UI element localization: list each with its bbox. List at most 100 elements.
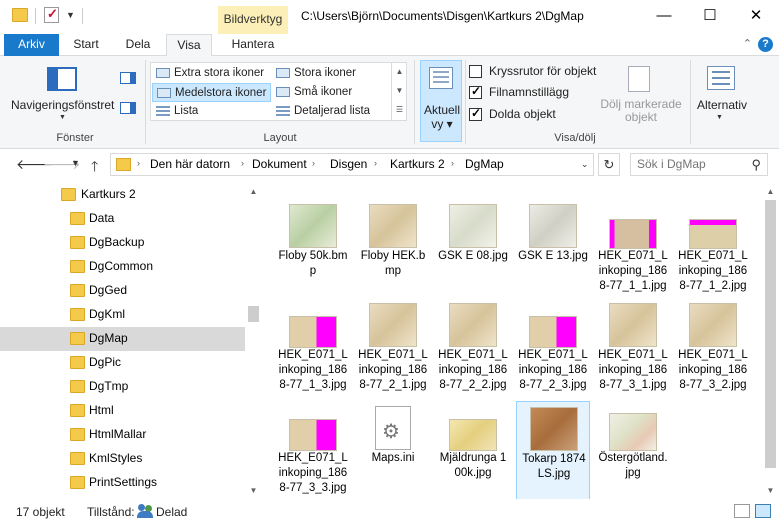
navigation-pane-icon[interactable] — [47, 67, 77, 91]
file-item[interactable]: HEK_E071_Linkoping_1868-77_3_3.jpg — [276, 401, 350, 499]
breadcrumb-separator-icon[interactable]: › — [241, 158, 244, 168]
file-name: HEK_E071_Linkoping_1868-77_1_2.jpg — [678, 250, 748, 292]
current-view-button[interactable]: Aktuell vy ▾ — [420, 60, 462, 142]
content-scrollbar[interactable]: ▲ ▼ — [762, 183, 779, 499]
file-item[interactable]: GSK E 13.jpg — [516, 199, 590, 299]
tree-item-dgmap[interactable]: DgMap — [0, 327, 245, 351]
file-item[interactable]: Floby 50k.bmp — [276, 199, 350, 299]
tree-item-label: DgPic — [89, 355, 122, 369]
scroll-thumb[interactable] — [248, 306, 259, 322]
file-item[interactable]: HEK_E071_Linkoping_1868-77_2_2.jpg — [436, 298, 510, 398]
options-icon[interactable] — [707, 66, 735, 90]
scroll-up-icon[interactable]: ▲ — [762, 185, 779, 199]
breadcrumb-separator-icon[interactable]: › — [374, 158, 377, 168]
up-button[interactable]: 🡑 — [91, 156, 98, 180]
scroll-down-icon[interactable]: ▼ — [245, 484, 262, 498]
breadcrumb-separator-icon[interactable]: › — [312, 158, 315, 168]
scroll-up-icon[interactable]: ▲ — [392, 62, 407, 81]
scroll-down-icon[interactable]: ▼ — [762, 484, 779, 498]
details-pane-icon[interactable] — [120, 102, 136, 114]
options-button[interactable]: Alternativ — [694, 98, 750, 112]
file-item[interactable]: GSK E 08.jpg — [436, 199, 510, 299]
search-box[interactable]: ⚲ — [630, 153, 768, 176]
file-item[interactable]: HEK_E071_Linkoping_1868-77_1_1.jpg — [596, 199, 670, 299]
navigation-pane-button[interactable]: Navigeringsfönstret — [11, 98, 114, 112]
item-checkboxes-checkbox[interactable] — [469, 65, 482, 78]
gallery-expand-icon[interactable]: ☰ — [392, 100, 407, 119]
tree-item-label: KmlStyles — [89, 451, 143, 465]
file-item[interactable]: ⚙ Maps.ini — [356, 401, 430, 499]
tab-share[interactable]: Dela — [114, 34, 162, 56]
quick-access-dropdown-icon[interactable]: ▼ — [66, 10, 75, 20]
breadcrumb-separator-icon[interactable]: › — [137, 158, 140, 168]
folder-icon — [116, 158, 131, 171]
recent-locations-dropdown[interactable]: ▼ — [71, 158, 80, 168]
breadcrumb-kartkurs[interactable]: Kartkurs 2 — [390, 157, 445, 171]
layout-large-icons[interactable]: Stora ikoner — [272, 64, 390, 83]
address-dropdown-icon[interactable]: ⌄ — [581, 159, 589, 170]
large-icons-view-button[interactable] — [755, 504, 771, 518]
file-name: HEK_E071_Linkoping_1868-77_1_3.jpg — [278, 349, 348, 391]
details-view-button[interactable] — [734, 504, 750, 518]
file-item[interactable]: Östergötland.jpg — [596, 401, 670, 499]
tab-manage[interactable]: Hantera — [218, 34, 288, 56]
file-item[interactable]: Floby HEK.bmp — [356, 199, 430, 299]
tree-item-dgpic[interactable]: DgPic — [0, 351, 245, 375]
breadcrumb-separator-icon[interactable]: › — [451, 158, 454, 168]
ribbon-collapse-icon[interactable]: ⌃ — [743, 37, 752, 50]
scroll-up-icon[interactable]: ▲ — [245, 185, 262, 199]
tree-item-html[interactable]: Html — [0, 399, 245, 423]
file-item[interactable]: HEK_E071_Linkoping_1868-77_2_3.jpg — [516, 298, 590, 398]
address-bar[interactable]: › Den här datorn › Dokument › Disgen › K… — [110, 153, 594, 176]
breadcrumb-dgmap[interactable]: DgMap — [465, 157, 504, 171]
search-input[interactable] — [637, 157, 737, 171]
file-name: HEK_E071_Linkoping_1868-77_1_1.jpg — [598, 250, 668, 292]
layout-list[interactable]: Lista — [152, 102, 270, 121]
preview-pane-icon[interactable] — [120, 72, 136, 84]
tree-item-data[interactable]: Data — [0, 207, 245, 231]
tree-item-dgged[interactable]: DgGed — [0, 279, 245, 303]
tree-item-printsettings[interactable]: PrintSettings — [0, 471, 245, 495]
tree-item-dgkml[interactable]: DgKml — [0, 303, 245, 327]
file-item[interactable]: Tokarp 1874 LS.jpg — [516, 401, 590, 499]
file-extensions-checkbox[interactable] — [469, 84, 482, 99]
scroll-down-icon[interactable]: ▼ — [392, 81, 407, 100]
nav-pane-scrollbar[interactable]: ▲ ▼ — [245, 183, 262, 499]
folder-icon — [70, 212, 85, 225]
breadcrumb-disgen[interactable]: Disgen — [330, 157, 367, 171]
file-item[interactable]: HEK_E071_Linkoping_1868-77_1_3.jpg — [276, 298, 350, 398]
hidden-items-checkbox[interactable] — [469, 106, 482, 121]
tab-view[interactable]: Visa — [166, 34, 212, 57]
tree-item-dgcommon[interactable]: DgCommon — [0, 255, 245, 279]
tree-item-kmlstyles[interactable]: KmlStyles — [0, 447, 245, 471]
file-item[interactable]: Mjäldrunga 100k.jpg — [436, 401, 510, 499]
tree-item-dgbackup[interactable]: DgBackup — [0, 231, 245, 255]
tree-item-kartkurs[interactable]: Kartkurs 2 — [0, 183, 245, 207]
tab-home[interactable]: Start — [62, 34, 110, 56]
window-title: C:\Users\Björn\Documents\Disgen\Kartkurs… — [301, 9, 584, 23]
tree-item-dgtmp[interactable]: DgTmp — [0, 375, 245, 399]
file-item[interactable]: HEK_E071_Linkoping_1868-77_3_2.jpg — [676, 298, 750, 398]
minimize-button[interactable]: — — [641, 0, 687, 33]
file-item[interactable]: HEK_E071_Linkoping_1868-77_2_1.jpg — [356, 298, 430, 398]
layout-details[interactable]: Detaljerad lista — [272, 102, 390, 121]
properties-icon[interactable] — [44, 6, 59, 23]
help-icon[interactable]: ? — [758, 37, 773, 52]
layout-medium-icons[interactable]: Medelstora ikoner — [152, 83, 271, 102]
file-item[interactable]: HEK_E071_Linkoping_1868-77_1_2.jpg — [676, 199, 750, 299]
breadcrumb-this-pc[interactable]: Den här datorn — [150, 157, 230, 171]
layout-extra-large-icons[interactable]: Extra stora ikoner — [152, 64, 270, 83]
breadcrumb-documents[interactable]: Dokument — [252, 157, 307, 171]
file-item[interactable]: HEK_E071_Linkoping_1868-77_3_1.jpg — [596, 298, 670, 398]
item-count: 17 objekt — [16, 505, 65, 519]
tree-item-htmlmallar[interactable]: HtmlMallar — [0, 423, 245, 447]
layout-small-icons[interactable]: Små ikoner — [272, 83, 390, 102]
chevron-down-icon[interactable]: ▼ — [59, 114, 66, 121]
refresh-button[interactable]: ↻ — [598, 153, 620, 176]
close-button[interactable]: ✕ — [733, 0, 779, 33]
chevron-down-icon[interactable]: ▼ — [716, 114, 723, 121]
hide-selected-button[interactable]: Dölj markerade objekt — [598, 98, 684, 124]
search-icon[interactable]: ⚲ — [751, 157, 761, 173]
scroll-thumb[interactable] — [765, 200, 776, 468]
maximize-button[interactable]: ☐ — [687, 0, 733, 33]
